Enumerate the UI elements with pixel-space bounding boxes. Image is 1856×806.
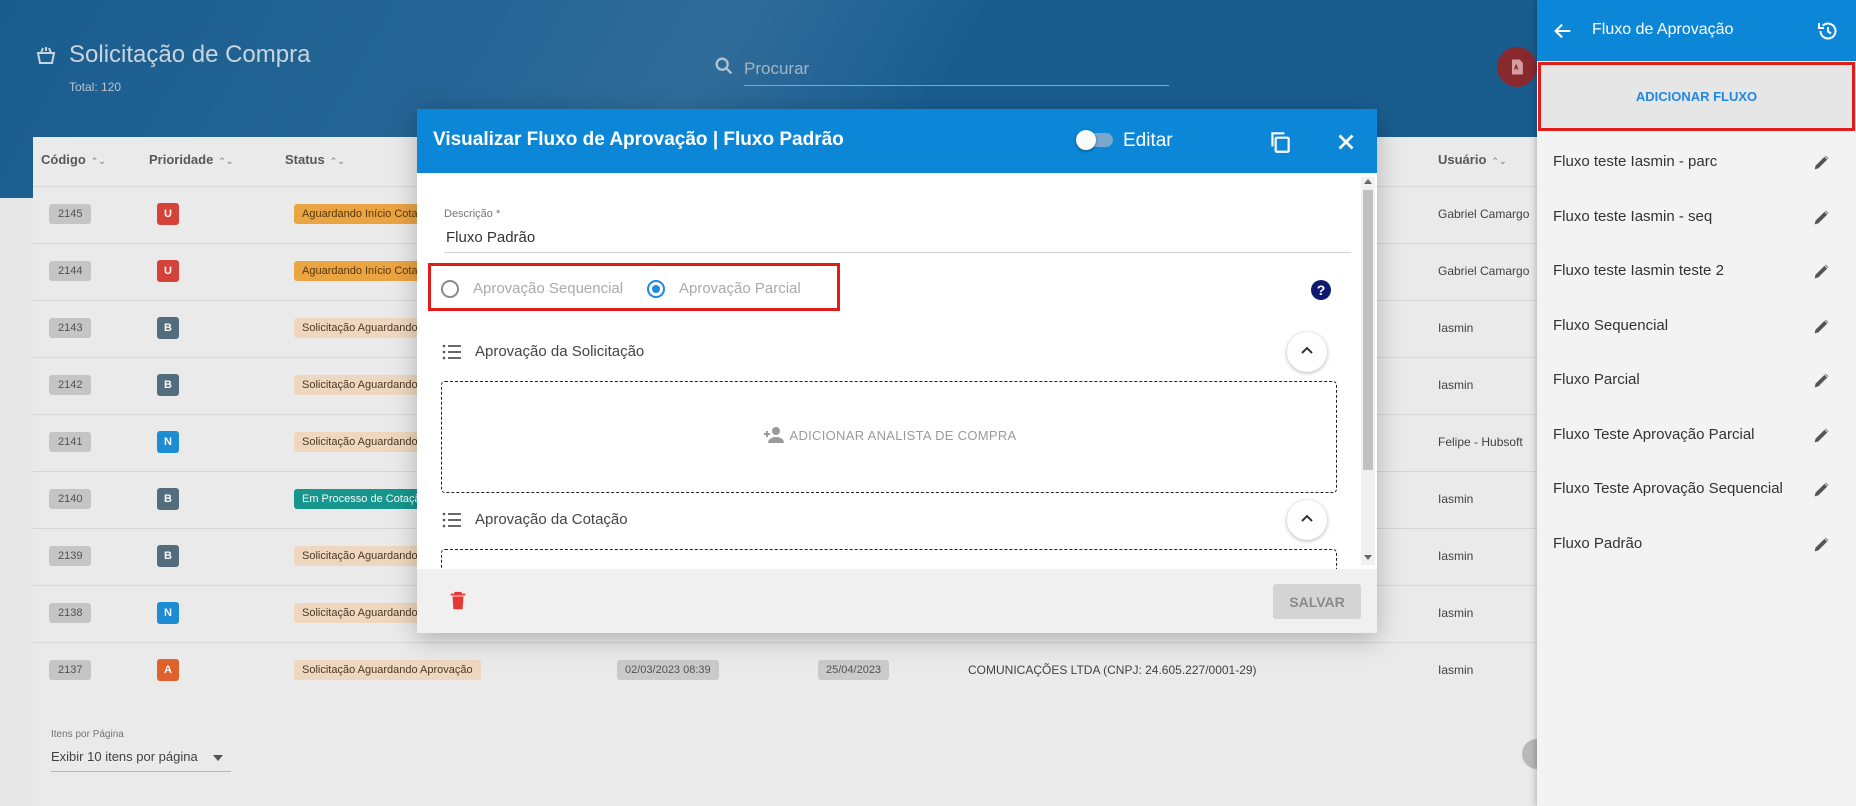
panel-header: Fluxo de Aprovação	[1537, 0, 1856, 61]
pencil-icon	[1814, 264, 1829, 279]
edit-flow-button[interactable]	[1811, 260, 1833, 282]
radio-partial-approval[interactable]	[647, 280, 665, 298]
collapse-quotation-approval-button[interactable]	[1287, 500, 1327, 540]
flow-name[interactable]: Fluxo teste Iasmin - parc	[1553, 153, 1717, 170]
pencil-icon	[1814, 373, 1829, 388]
flow-name[interactable]: Fluxo teste Iasmin teste 2	[1553, 262, 1724, 279]
flow-list-item[interactable]: Fluxo Teste Aprovação Parcial	[1537, 409, 1856, 463]
back-button[interactable]	[1552, 20, 1574, 42]
description-input[interactable]	[444, 223, 1351, 253]
help-icon[interactable]: ?	[1311, 280, 1331, 300]
edit-flow-button[interactable]	[1811, 151, 1833, 173]
edit-toggle-label: Editar	[1123, 130, 1173, 151]
panel-title: Fluxo de Aprovação	[1592, 21, 1734, 38]
edit-flow-button[interactable]	[1811, 315, 1833, 337]
radio-partial-label: Aprovação Parcial	[679, 280, 801, 297]
edit-toggle[interactable]	[1076, 130, 1096, 150]
dialog-footer: SALVAR	[417, 569, 1377, 633]
flow-list-item[interactable]: Fluxo Teste Aprovação Sequencial	[1537, 463, 1856, 517]
radio-sequential-label: Aprovação Sequencial	[473, 280, 624, 297]
flow-name[interactable]: Fluxo Teste Aprovação Parcial	[1553, 426, 1755, 443]
request-approval-dropzone[interactable]: ADICIONAR ANALISTA DE COMPRA	[441, 381, 1337, 493]
edit-flow-button[interactable]	[1811, 533, 1833, 555]
dialog-title: Visualizar Fluxo de Aprovação | Fluxo Pa…	[433, 129, 844, 150]
add-purchase-analyst-button[interactable]: ADICIONAR ANALISTA DE COMPRA	[442, 426, 1338, 444]
edit-flow-button[interactable]	[1811, 206, 1833, 228]
chevron-up-icon	[1301, 514, 1313, 522]
dialog-body: Descrição * Aprovação Sequencial Aprovaç…	[417, 173, 1377, 569]
approval-flow-panel: Fluxo de Aprovação ADICIONAR FLUXO Fluxo…	[1537, 0, 1856, 806]
pencil-icon	[1814, 428, 1829, 442]
pencil-icon	[1814, 482, 1829, 497]
chevron-up-icon	[1301, 346, 1313, 354]
close-button[interactable]	[1333, 129, 1359, 155]
edit-flow-button[interactable]	[1811, 424, 1833, 446]
add-flow-button[interactable]: ADICIONAR FLUXO	[1541, 65, 1852, 128]
close-icon	[1338, 134, 1354, 150]
flow-name[interactable]: Fluxo Parcial	[1553, 371, 1640, 388]
pencil-icon	[1814, 537, 1829, 551]
flow-list-item[interactable]: Fluxo Padrão	[1537, 518, 1856, 572]
flow-list-item[interactable]: Fluxo teste Iasmin - parc	[1537, 136, 1856, 190]
description-label: Descrição *	[444, 208, 501, 220]
flow-list-item[interactable]: Fluxo teste Iasmin - seq	[1537, 191, 1856, 245]
collapse-request-approval-button[interactable]	[1287, 332, 1327, 372]
flow-list-item[interactable]: Fluxo Sequencial	[1537, 300, 1856, 354]
flow-name[interactable]: Fluxo Teste Aprovação Sequencial	[1553, 480, 1783, 497]
scroll-down-icon[interactable]	[1364, 555, 1372, 560]
history-icon	[1818, 22, 1837, 40]
quotation-approval-title: Aprovação da Cotação	[475, 511, 628, 528]
copy-icon	[1271, 132, 1290, 153]
scroll-up-icon[interactable]	[1364, 179, 1372, 184]
flow-name[interactable]: Fluxo Padrão	[1553, 535, 1642, 552]
flow-name[interactable]: Fluxo Sequencial	[1553, 317, 1668, 334]
dialog-header: Visualizar Fluxo de Aprovação | Fluxo Pa…	[417, 109, 1377, 173]
list-icon	[442, 512, 461, 528]
delete-button[interactable]	[447, 590, 469, 612]
arrow-left-icon	[1554, 23, 1571, 39]
radio-sequential-approval[interactable]	[441, 280, 459, 298]
history-button[interactable]	[1816, 19, 1840, 43]
edit-flow-button[interactable]	[1811, 478, 1833, 500]
save-button[interactable]: SALVAR	[1273, 584, 1361, 619]
pencil-icon	[1814, 210, 1829, 224]
flow-list-item[interactable]: Fluxo Parcial	[1537, 354, 1856, 408]
pencil-icon	[1814, 155, 1829, 170]
quotation-approval-dropzone[interactable]	[441, 549, 1337, 569]
pencil-icon	[1814, 319, 1829, 333]
scrollbar-thumb[interactable]	[1363, 190, 1373, 470]
add-flow-highlight: ADICIONAR FLUXO	[1538, 62, 1855, 131]
add-person-icon	[764, 427, 785, 443]
request-approval-title: Aprovação da Solicitação	[475, 343, 645, 360]
trash-icon	[450, 591, 466, 610]
copy-button[interactable]	[1267, 129, 1293, 155]
flow-name[interactable]: Fluxo teste Iasmin - seq	[1553, 208, 1712, 225]
flow-list-item[interactable]: Fluxo teste Iasmin teste 2	[1537, 245, 1856, 299]
edit-flow-button[interactable]	[1811, 369, 1833, 391]
list-icon	[442, 344, 461, 360]
view-approval-flow-dialog: Visualizar Fluxo de Aprovação | Fluxo Pa…	[417, 109, 1377, 633]
